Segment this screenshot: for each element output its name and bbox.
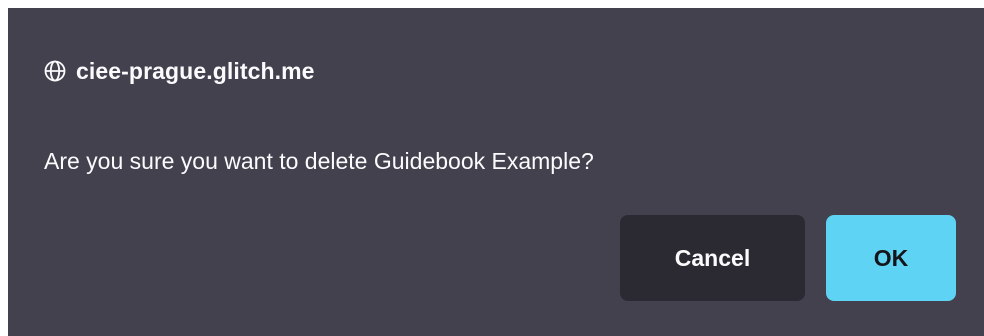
ok-button[interactable]: OK (826, 215, 956, 301)
cancel-button[interactable]: Cancel (620, 215, 805, 301)
globe-icon (44, 60, 66, 82)
origin-domain: ciee-prague.glitch.me (76, 57, 315, 84)
confirm-dialog: ciee-prague.glitch.me Are you sure you w… (8, 8, 984, 336)
dialog-origin: ciee-prague.glitch.me (44, 56, 315, 86)
dialog-message: Are you sure you want to delete Guideboo… (44, 148, 594, 174)
